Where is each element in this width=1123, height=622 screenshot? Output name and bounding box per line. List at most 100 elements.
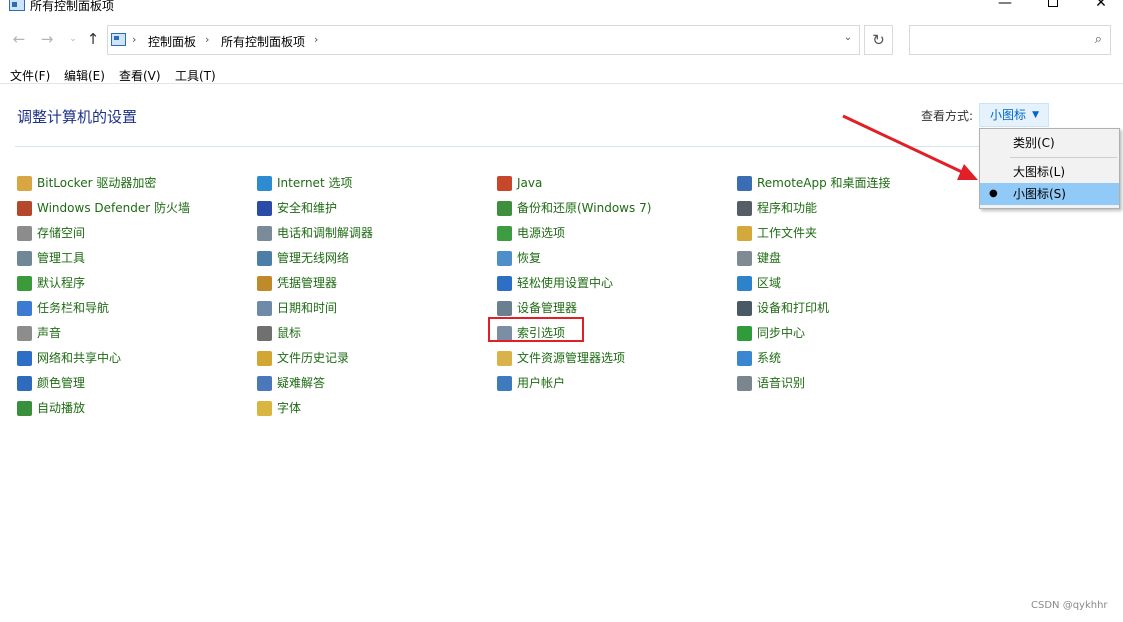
control-panel-item-label: 日期和时间 <box>277 301 338 315</box>
control-panel-item-label: 语音识别 <box>757 376 806 390</box>
control-panel-item-label: 任务栏和导航 <box>37 301 110 315</box>
refresh-button[interactable]: ↻ <box>864 25 893 55</box>
mouse-icon <box>257 326 272 341</box>
microphone-icon <box>737 376 752 391</box>
ease-of-access-icon <box>497 276 512 291</box>
menu-edit[interactable]: 编辑(E) <box>64 67 105 84</box>
remoteapp-icon <box>737 176 752 191</box>
programs-icon <box>737 201 752 216</box>
view-menu-item-category[interactable]: 类别(C) <box>980 132 1119 154</box>
control-panel-item-label: 颜色管理 <box>37 376 86 390</box>
autoplay-icon <box>17 401 32 416</box>
control-panel-icon <box>9 0 25 11</box>
view-by-select[interactable]: 小图标 ▼ <box>979 103 1049 127</box>
work-folders-icon <box>737 226 752 241</box>
address-bar[interactable]: › 控制面板 › 所有控制面板项 › ⌄ <box>107 25 860 55</box>
admin-tools-icon <box>17 251 32 266</box>
up-button[interactable]: ↑ <box>84 30 102 48</box>
annotation-arrow-head <box>957 164 978 180</box>
breadcrumb-all-items[interactable]: 所有控制面板项 <box>221 33 305 50</box>
watermark: CSDN @qykhhr <box>1031 600 1108 611</box>
device-manager-icon <box>497 301 512 316</box>
wireless-icon <box>257 251 272 266</box>
view-by-label: 查看方式: <box>921 109 974 123</box>
troubleshoot-icon <box>257 376 272 391</box>
default-programs-icon <box>17 276 32 291</box>
control-panel-item-label: 键盘 <box>757 251 782 265</box>
control-panel-item-label: 工作文件夹 <box>757 226 818 240</box>
clock-icon <box>257 301 272 316</box>
control-panel-item-label: RemoteApp 和桌面连接 <box>757 176 891 190</box>
flag-icon <box>257 201 272 216</box>
backup-icon <box>497 201 512 216</box>
control-panel-item-label: 同步中心 <box>757 326 806 340</box>
control-panel-item-label: 设备管理器 <box>517 301 578 315</box>
view-menu-item-label: 大图标(L) <box>1013 165 1066 179</box>
back-button[interactable]: ← <box>10 30 28 48</box>
control-panel-item-label: 区域 <box>757 276 782 290</box>
internet-options-icon <box>257 176 272 191</box>
phone-modem-icon <box>257 226 272 241</box>
control-panel-item-label: Internet 选项 <box>277 176 353 190</box>
menu-view[interactable]: 查看(V) <box>119 67 161 84</box>
breadcrumb-control-panel[interactable]: 控制面板 <box>148 33 196 50</box>
control-panel-item-label: 默认程序 <box>37 276 86 290</box>
control-panel-item-label: 文件历史记录 <box>277 351 350 365</box>
page-title: 调整计算机的设置 <box>17 108 138 126</box>
search-box[interactable]: ⌕ <box>909 25 1111 55</box>
control-panel-item-label: 字体 <box>277 401 302 415</box>
close-button[interactable]: ✕ <box>1078 0 1123 12</box>
control-panel-item-label: 凭据管理器 <box>277 276 338 290</box>
control-panel-item-label: 用户帐户 <box>517 376 566 390</box>
control-panel-item-label: 文件资源管理器选项 <box>517 351 626 365</box>
control-panel-item-label: 声音 <box>37 326 62 340</box>
recent-locations-button[interactable]: ⌄ <box>64 30 82 48</box>
control-panel-item-label: 备份和还原(Windows 7) <box>517 201 652 215</box>
control-panel-item-label: 鼠标 <box>277 326 302 340</box>
system-icon <box>737 351 752 366</box>
breadcrumb-separator[interactable]: › <box>132 33 136 46</box>
menu-tools[interactable]: 工具(T) <box>175 67 216 84</box>
maximize-icon <box>1048 0 1058 7</box>
menu-file[interactable]: 文件(F) <box>10 67 50 84</box>
java-icon <box>497 176 512 191</box>
forward-button[interactable]: → <box>38 30 56 48</box>
control-panel-item-label: BitLocker 驱动器加密 <box>37 176 157 190</box>
printer-icon <box>737 301 752 316</box>
address-dropdown-button[interactable]: ⌄ <box>841 32 855 48</box>
storage-icon <box>17 226 32 241</box>
minimize-button[interactable]: — <box>982 0 1028 12</box>
search-input[interactable] <box>914 30 1084 50</box>
control-panel-item-label: 疑难解答 <box>277 376 326 390</box>
bitlocker-icon <box>17 176 32 191</box>
sync-icon <box>737 326 752 341</box>
breadcrumb-separator[interactable]: › <box>205 33 209 46</box>
navigation-bar: ← → ⌄ ↑ › 控制面板 › 所有控制面板项 › ⌄ ↻ ⌕ <box>0 22 1123 58</box>
control-panel-item-label: 管理工具 <box>37 251 86 265</box>
control-panel-item-label: 存储空间 <box>37 226 86 240</box>
control-panel-item-label: 安全和维护 <box>277 201 338 215</box>
search-icon[interactable]: ⌕ <box>1095 32 1102 47</box>
color-management-icon <box>17 376 32 391</box>
credential-icon <box>257 276 272 291</box>
breadcrumb-separator[interactable]: › <box>314 33 318 46</box>
region-icon <box>737 276 752 291</box>
control-panel-item-label: 设备和打印机 <box>757 301 830 315</box>
control-panel-item-label: 管理无线网络 <box>277 251 350 265</box>
view-menu-item-label: 小图标(S) <box>1013 187 1066 201</box>
maximize-button[interactable] <box>1030 0 1076 12</box>
view-menu-item-small-icons[interactable]: ● 小图标(S) <box>980 183 1119 205</box>
view-by-menu: 类别(C) 大图标(L) ● 小图标(S) <box>979 128 1120 209</box>
title-bar: 所有控制面板项 — ✕ <box>0 0 1123 14</box>
user-accounts-icon <box>497 376 512 391</box>
file-history-icon <box>257 351 272 366</box>
view-menu-item-large-icons[interactable]: 大图标(L) <box>980 161 1119 183</box>
control-panel-icon <box>111 33 126 46</box>
font-icon <box>257 401 272 416</box>
annotation-arrow-line <box>842 114 963 174</box>
menu-bar: 文件(F) 编辑(E) 查看(V) 工具(T) <box>0 64 1123 84</box>
view-menu-divider <box>1010 157 1117 158</box>
window-title: 所有控制面板项 <box>30 0 115 13</box>
radio-bullet-icon: ● <box>989 188 998 199</box>
control-panel-item-label: Windows Defender 防火墙 <box>37 201 190 215</box>
